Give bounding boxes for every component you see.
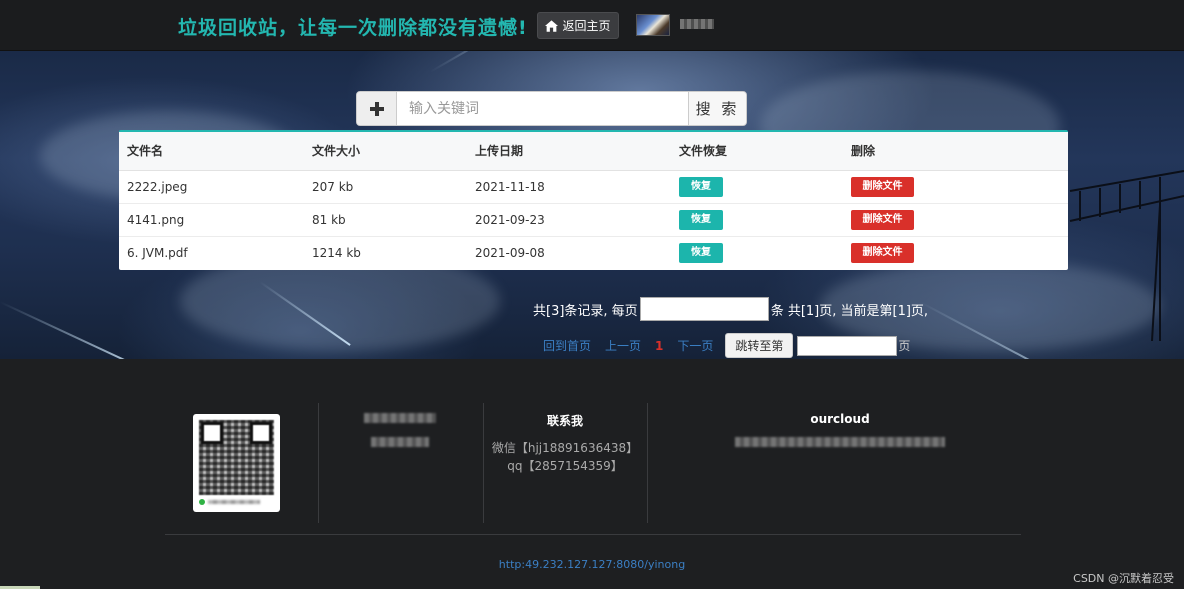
table-row: 2222.jpeg 207 kb 2021-11-18 恢复 删除文件 bbox=[119, 170, 1068, 204]
restore-button[interactable]: 恢复 bbox=[679, 242, 723, 263]
pagination-info-prefix: 共[3]条记录, 每页 bbox=[533, 303, 638, 319]
footer-horizontal-divider bbox=[165, 534, 1021, 535]
search-button[interactable]: 搜 索 bbox=[688, 92, 746, 125]
prev-page-link[interactable]: 上一页 bbox=[605, 337, 641, 354]
footer-divider bbox=[318, 403, 319, 523]
footer-divider bbox=[483, 403, 484, 523]
column-header-delete: 删除 bbox=[843, 132, 1068, 171]
restore-button[interactable]: 恢复 bbox=[679, 209, 723, 230]
user-avatar[interactable] bbox=[636, 14, 670, 36]
home-icon bbox=[545, 19, 559, 32]
contact-wechat: 微信【hjj18891636438】 bbox=[491, 441, 639, 455]
search-bar: 搜 索 bbox=[356, 91, 747, 126]
footer-col-ourcloud: ourcloud bbox=[700, 412, 980, 450]
file-name: 4141.png bbox=[119, 203, 304, 237]
upload-date: 2021-11-18 bbox=[467, 170, 671, 204]
pagination-info-suffix: 条 共[1]页, 当前是第[1]页, bbox=[770, 303, 929, 319]
site-brand-title: 垃圾回收站，让每一次删除都没有遗憾! bbox=[178, 17, 528, 39]
column-header-filename: 文件名 bbox=[119, 132, 304, 171]
file-size: 81 kb bbox=[304, 203, 467, 237]
jump-page-input[interactable] bbox=[797, 335, 898, 356]
qr-caption-text-redacted bbox=[208, 500, 260, 504]
file-name: 2222.jpeg bbox=[119, 170, 304, 204]
home-button[interactable]: 返回主页 bbox=[537, 12, 619, 39]
first-page-link[interactable]: 回到首页 bbox=[543, 337, 591, 354]
footer-col-contact: 联系我 微信【hjj18891636438】 qq【2857154359】 bbox=[490, 412, 640, 475]
upload-date: 2021-09-08 bbox=[475, 245, 545, 260]
antenna-tower-illustration bbox=[1069, 170, 1184, 341]
restore-button[interactable]: 恢复 bbox=[679, 176, 723, 197]
contact-title: 联系我 bbox=[546, 414, 583, 428]
file-size: 207 kb bbox=[304, 170, 467, 204]
delete-file-button[interactable]: 删除文件 bbox=[851, 176, 914, 197]
column-header-upload-date: 上传日期 bbox=[467, 132, 671, 171]
footer-col-about bbox=[340, 412, 460, 450]
footer-url-link[interactable]: http:49.232.127.127:8080/yinong bbox=[0, 558, 1184, 571]
search-input[interactable] bbox=[397, 92, 688, 125]
column-header-filesize: 文件大小 bbox=[304, 132, 467, 171]
wechat-qr-card bbox=[193, 414, 280, 512]
delete-file-button[interactable]: 删除文件 bbox=[851, 242, 914, 263]
footer-divider bbox=[647, 403, 648, 523]
ourcloud-title: ourcloud bbox=[810, 412, 870, 426]
ourcloud-text-redacted bbox=[735, 437, 945, 447]
wechat-icon bbox=[199, 499, 205, 505]
table-row: 6. JVM.pdf 1214 kb 2021-09-08 恢复 删除文件 bbox=[119, 236, 1068, 269]
column-header-restore: 文件恢复 bbox=[671, 132, 843, 171]
pagination-info: 共[3]条记录, 每页 条 共[1]页, 当前是第[1]页, bbox=[533, 297, 928, 321]
page-size-input[interactable] bbox=[639, 297, 769, 321]
hero-background: 搜 索 文件名 文件大小 上传日期 文件恢复 删除 2222.jpeg 207 … bbox=[0, 51, 1184, 359]
about-text-redacted bbox=[371, 437, 429, 447]
delete-file-button[interactable]: 删除文件 bbox=[851, 209, 914, 230]
contact-qq: qq【2857154359】 bbox=[507, 459, 623, 473]
pagination-nav: 回到首页 上一页 1 下一页 跳转至第 页 bbox=[543, 333, 910, 358]
table-header-row: 文件名 文件大小 上传日期 文件恢复 删除 bbox=[119, 132, 1068, 171]
username-redacted bbox=[680, 19, 714, 29]
qr-caption bbox=[199, 499, 274, 505]
recycle-bin-table: 文件名 文件大小 上传日期 文件恢复 删除 2222.jpeg 207 kb 2… bbox=[119, 130, 1068, 270]
current-page-number: 1 bbox=[655, 338, 664, 353]
plus-icon bbox=[369, 101, 384, 116]
file-name: 6. JVM.pdf bbox=[127, 245, 188, 260]
file-size: 1214 kb bbox=[312, 245, 361, 260]
upload-date: 2021-09-23 bbox=[467, 203, 671, 237]
home-button-label: 返回主页 bbox=[562, 19, 611, 33]
site-footer: 联系我 微信【hjj18891636438】 qq【2857154359】 ou… bbox=[0, 359, 1184, 589]
about-title-redacted bbox=[364, 413, 436, 423]
add-file-button[interactable] bbox=[357, 92, 397, 125]
jump-to-page-button[interactable]: 跳转至第 bbox=[725, 333, 794, 358]
table-row: 4141.png 81 kb 2021-09-23 恢复 删除文件 bbox=[119, 203, 1068, 237]
qr-code-image bbox=[199, 420, 274, 495]
jump-page-suffix: 页 bbox=[898, 339, 911, 353]
csdn-watermark: CSDN @沉默着忍受 bbox=[1073, 572, 1174, 585]
top-navbar: 垃圾回收站，让每一次删除都没有遗憾! 返回主页 bbox=[0, 0, 1184, 51]
next-page-link[interactable]: 下一页 bbox=[677, 337, 713, 354]
